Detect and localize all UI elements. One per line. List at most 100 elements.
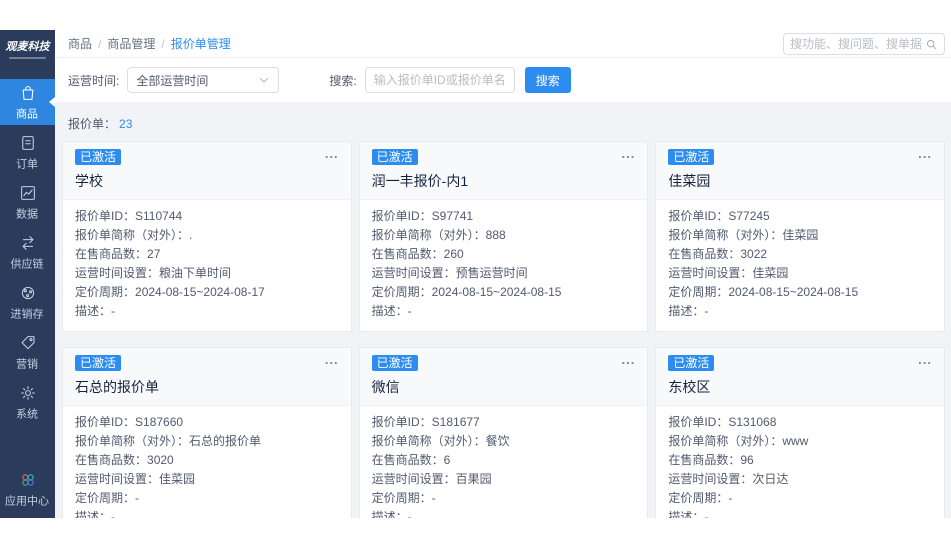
card-field-operation_time: 运营时间设置：百果园 <box>372 470 636 489</box>
card-more-menu-button[interactable]: ... <box>621 352 635 367</box>
field-value: S181677 <box>432 415 480 429</box>
field-value: 佳菜园 <box>752 266 788 280</box>
status-badge: 已激活 <box>668 149 714 165</box>
card-field-operation_time: 运营时间设置：佳菜园 <box>668 264 932 283</box>
field-value: 3020 <box>147 453 174 467</box>
field-value: 预售运营时间 <box>456 266 528 280</box>
card-field-product_count: 在售商品数：6 <box>372 451 636 470</box>
card-field-pricing_period: 定价周期：- <box>372 489 636 508</box>
field-label: 描述： <box>372 510 408 518</box>
field-label: 在售商品数： <box>668 247 740 261</box>
breadcrumb-goods-management[interactable]: 商品管理 <box>107 35 155 52</box>
field-label: 运营时间设置： <box>668 472 752 486</box>
card-field-short_name: 报价单简称（对外）：www <box>668 432 932 451</box>
quotation-title: 石总的报价单 <box>75 377 339 397</box>
card-more-menu-button[interactable]: ... <box>325 146 339 161</box>
bag-icon <box>19 84 37 105</box>
field-label: 定价周期： <box>75 491 135 505</box>
app-logo: 观麦科技 <box>0 30 55 65</box>
field-label: 定价周期： <box>372 285 432 299</box>
sidebar-item-supply-chain[interactable]: 供应链 <box>0 229 55 275</box>
card-field-pricing_period: 定价周期：2024-08-15~2024-08-17 <box>75 283 339 302</box>
card-more-menu-button[interactable]: ... <box>918 352 932 367</box>
field-label: 报价单ID： <box>372 415 432 429</box>
field-value: - <box>728 491 732 505</box>
sidebar-item-data[interactable]: 数据 <box>0 179 55 225</box>
card-field-product_count: 在售商品数：260 <box>372 245 636 264</box>
sidebar-item-orders[interactable]: 订单 <box>0 129 55 175</box>
quotation-card: 已激活 ... 学校 报价单ID：S110744报价单简称（对外）：.在售商品数… <box>62 141 352 332</box>
breadcrumb-separator: / <box>161 37 164 51</box>
card-field-operation_time: 运营时间设置：粮油下单时间 <box>75 264 339 283</box>
sidebar: 观麦科技 商品 订单 数据 供应链 进销存 营销 系统 应用中心 <box>0 30 55 518</box>
card-field-description: 描述：- <box>75 508 339 518</box>
card-more-menu-button[interactable]: ... <box>918 146 932 161</box>
operation-time-label: 运营时间: <box>68 72 119 89</box>
quotation-card-header: 已激活 ... 学校 <box>63 142 351 200</box>
field-value: S77245 <box>728 209 769 223</box>
search-button[interactable]: 搜索 <box>525 67 571 93</box>
quotation-search-input[interactable] <box>365 67 515 93</box>
card-more-menu-button[interactable]: ... <box>621 146 635 161</box>
field-label: 运营时间设置： <box>668 266 752 280</box>
field-label: 描述： <box>75 304 111 318</box>
card-field-id: 报价单ID：S110744 <box>75 207 339 226</box>
sidebar-item-marketing[interactable]: 营销 <box>0 329 55 375</box>
breadcrumb-goods[interactable]: 商品 <box>68 35 92 52</box>
card-field-pricing_period: 定价周期：- <box>668 489 932 508</box>
field-value: S187660 <box>135 415 183 429</box>
quotation-count-row: 报价单：23 <box>62 108 945 141</box>
app-logo-text: 观麦科技 <box>3 38 52 54</box>
card-field-product_count: 在售商品数：3022 <box>668 245 932 264</box>
sidebar-item-inventory[interactable]: 进销存 <box>0 279 55 325</box>
field-label: 报价单简称（对外）： <box>75 228 189 242</box>
card-more-menu-button[interactable]: ... <box>325 352 339 367</box>
field-value: 2024-08-15~2024-08-15 <box>728 285 858 299</box>
quotation-card-body: 报价单ID：S181677 报价单简称（对外）：餐饮在售商品数：6运营时间设置：百… <box>360 406 648 518</box>
sidebar-item-label: 营销 <box>16 358 38 369</box>
field-value: www <box>782 434 808 448</box>
quotation-card-header: 已激活 ... 润一丰报价-内1 <box>360 142 648 200</box>
sidebar-item-label: 订单 <box>16 158 38 169</box>
field-label: 在售商品数： <box>668 453 740 467</box>
sidebar-item-system[interactable]: 系统 <box>0 379 55 425</box>
card-field-description: 描述：- <box>372 302 636 321</box>
quotation-card: 已激活 ... 佳菜园 报价单ID：S77245报价单简称（对外）：佳菜园在售商… <box>655 141 945 332</box>
card-field-short_name: 报价单简称（对外）：餐饮 <box>372 432 636 451</box>
status-badge: 已激活 <box>668 355 714 371</box>
field-value: 2024-08-15~2024-08-17 <box>135 285 265 299</box>
sidebar-item-app-center[interactable]: 应用中心 <box>0 466 55 512</box>
field-label: 描述： <box>75 510 111 518</box>
card-field-description: 描述：- <box>668 508 932 518</box>
operation-time-selected-value: 全部运营时间 <box>136 72 208 89</box>
field-label: 定价周期： <box>668 285 728 299</box>
status-badge: 已激活 <box>75 355 121 371</box>
quotation-title: 学校 <box>75 171 339 191</box>
field-value: . <box>189 228 192 242</box>
quotation-card-header: 已激活 ... 微信 <box>360 348 648 406</box>
field-label: 报价单简称（对外）： <box>75 434 189 448</box>
field-label: 报价单简称（对外）： <box>668 434 782 448</box>
quotation-card: 已激活 ... 润一丰报价-内1 报价单ID：S97741报价单简称（对外）：8… <box>359 141 649 332</box>
sidebar-item-goods[interactable]: 商品 <box>0 79 55 125</box>
field-value: 佳菜园 <box>782 228 818 242</box>
field-value: S110744 <box>135 209 182 223</box>
quotation-card-body: 报价单ID：S77245报价单简称（对外）：佳菜园在售商品数：3022运营时间设… <box>656 200 944 331</box>
quotation-card-header: 已激活 ... 石总的报价单 <box>63 348 351 406</box>
field-value: 次日达 <box>752 472 788 486</box>
field-label: 报价单ID： <box>668 415 728 429</box>
global-search-input[interactable] <box>790 37 925 51</box>
field-label: 在售商品数： <box>372 453 444 467</box>
global-search-box[interactable] <box>783 33 945 55</box>
card-field-operation_time: 运营时间设置：次日达 <box>668 470 932 489</box>
quotation-title: 东校区 <box>668 377 932 397</box>
app-frame: 观麦科技 商品 订单 数据 供应链 进销存 营销 系统 应用中心 <box>0 30 951 518</box>
card-field-short_name: 报价单简称（对外）：. <box>75 226 339 245</box>
field-label: 定价周期： <box>75 285 135 299</box>
quotation-card-body: 报价单ID：S97741报价单简称（对外）：888在售商品数：260运营时间设置… <box>360 200 648 331</box>
content-area: 报价单：23 已激活 ... 学校 报价单ID：S110744报价单简称（对外）… <box>55 102 951 518</box>
card-field-id: 报价单ID：S97741 <box>372 207 636 226</box>
operation-time-select[interactable]: 全部运营时间 <box>127 67 279 93</box>
card-field-pricing_period: 定价周期：2024-08-15~2024-08-15 <box>372 283 636 302</box>
sidebar-item-label: 商品 <box>16 108 38 119</box>
